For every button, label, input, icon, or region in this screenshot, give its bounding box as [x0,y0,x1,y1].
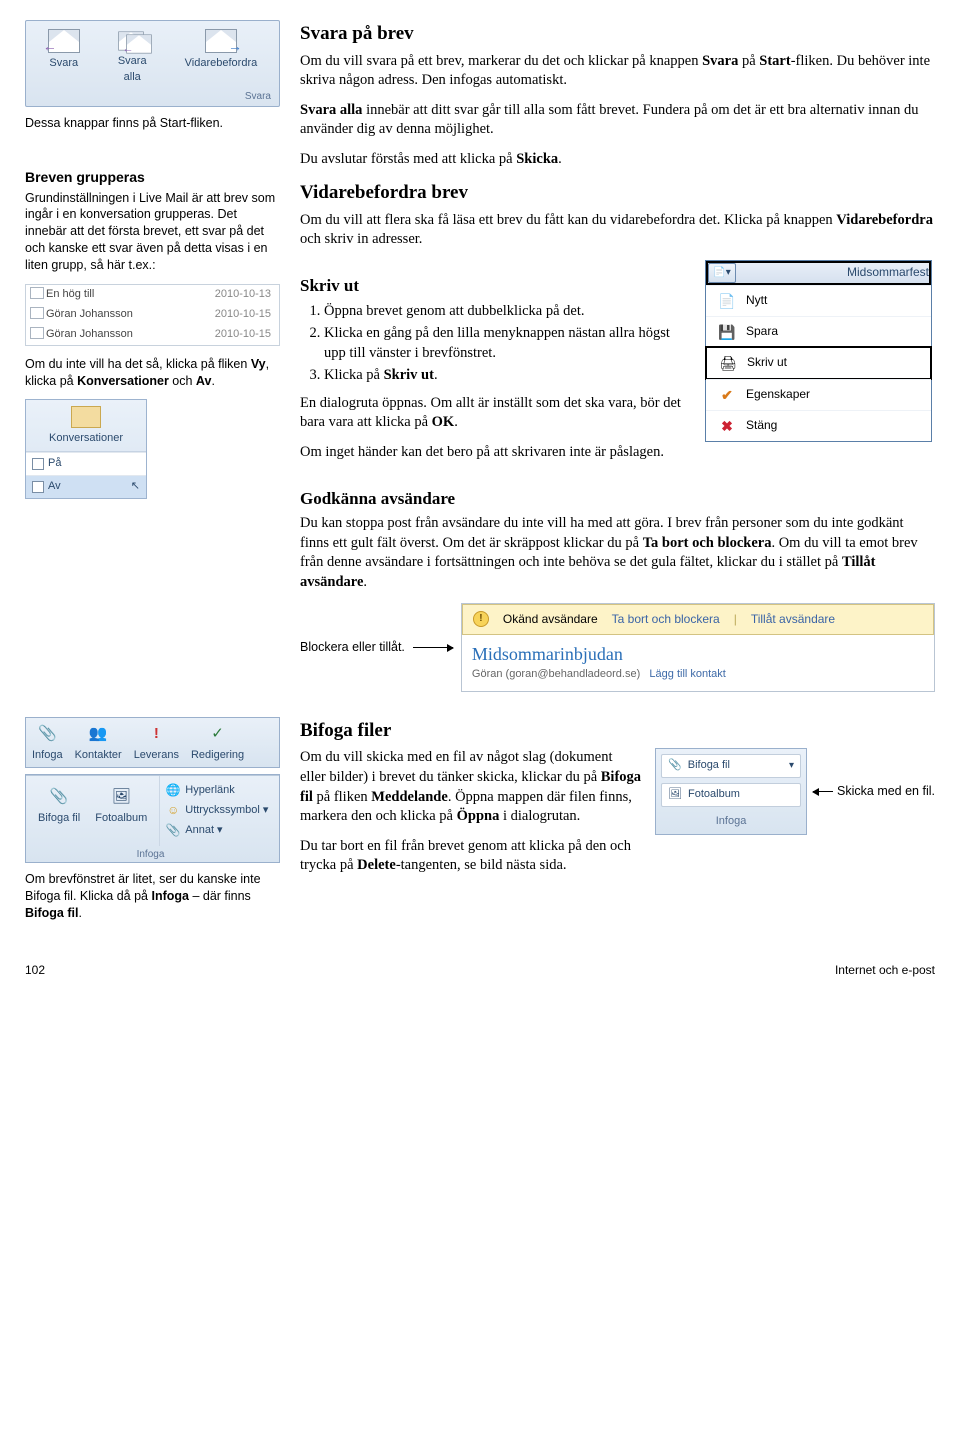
envelope-icon [30,327,44,339]
para-print-2: Om inget händer kan det bero på att skri… [300,443,695,463]
insert-delivery-button[interactable]: ! Leverans [128,718,185,767]
conversations-button[interactable]: Konversationer [26,400,146,452]
insert-group-label: Infoga [26,846,279,863]
emoji-button[interactable]: ☺Uttryckssymbol ▾ [166,801,268,821]
heading-reply: Svara på brev [300,20,935,48]
page-icon: 📄 [718,292,736,310]
para-reply-1: Om du vill svara på ett brev, markerar d… [300,52,935,91]
envelope-icon [71,406,101,428]
heading-attach: Bifoga filer [300,717,935,745]
unknown-sender-text: Okänd avsändare [503,611,598,628]
para-attach-1: Om du vill skicka med en fil av något sl… [300,748,641,826]
list-item[interactable]: Göran Johansson 2010-10-15 [26,325,279,345]
insert-editing-button[interactable]: ✓ Redigering [185,718,250,767]
message-from-line: Göran (goran@behandladeord.se) Lägg till… [472,667,924,683]
list-item[interactable]: Göran Johansson 2010-10-15 [26,305,279,325]
menu-item-close[interactable]: ✖ Stäng [706,410,931,441]
save-icon: 💾 [718,323,736,341]
page-number: 102 [25,962,45,979]
file-menu-panel: 📄▾ Midsommarfest 📄 Nytt 💾 Spara 🖨 [705,260,932,442]
menu-item-properties[interactable]: ✔ Egenskaper [706,379,931,410]
footer-title: Internet och e-post [835,962,935,979]
forward-button[interactable]: → Vidarebefordra [182,27,261,88]
allow-sender-link[interactable]: Tillåt avsändare [751,611,835,628]
envelope-forward-icon: → [205,29,237,53]
para-reply-2: Svara alla innebär att ditt svar går til… [300,101,935,140]
close-icon: ✖ [718,417,736,435]
spellcheck-icon: ✓ [207,723,229,745]
conversations-on[interactable]: På [26,452,146,475]
check-icon: ✔ [718,386,736,404]
reply-all-button[interactable]: ← Svara alla [112,27,152,88]
other-button[interactable]: 📎Annat ▾ [166,821,268,841]
hyperlink-button[interactable]: 🌐Hyperlänk [166,781,268,801]
envelope-icon [30,307,44,319]
paperclip-icon: 📎 [48,786,70,808]
menu-item-print[interactable]: 🖨 Skriv ut [705,346,932,380]
para-attach-2: Du tar bort en fil från brevet genom att… [300,837,641,876]
heading-approve: Godkänna avsändare [300,487,935,512]
unknown-sender-bar: ! Okänd avsändare Ta bort och blockera |… [462,604,934,635]
photos-icon: 🖼 [110,786,132,808]
menu-item-new[interactable]: 📄 Nytt [706,285,931,316]
message-panel: ! Okänd avsändare Ta bort och blockera |… [461,603,935,692]
clip-icon: 📎 [166,824,180,838]
smiley-icon: ☺ [166,804,180,818]
group-text-2: Om du inte vill ha det så, klicka på fli… [25,356,280,390]
para-approve: Du kan stoppa post från avsändare du int… [300,514,935,592]
list-item[interactable]: En hög till 2010-10-13 [26,285,279,305]
paperclip-icon: 📎 [36,723,58,745]
checkbox-icon [32,481,44,493]
reply-button[interactable]: ← Svara [45,27,83,88]
insert-caption: Om brevfönstret är litet, ser du kanske … [25,871,280,922]
attach-arrow-caption: Skicka med en fil. [837,783,935,800]
photoalbum-button[interactable]: 🖼 Fotoalbum [89,781,153,830]
conversations-off[interactable]: Av ↖ [26,475,146,498]
ribbon-caption: Dessa knappar finns på Start-fliken. [25,115,280,132]
menu-title-bar[interactable]: 📄▾ Midsommarfest [706,261,931,285]
ribbon-group-label: Svara [30,88,275,105]
printer-icon: 🖨 [719,354,737,372]
conversations-dropdown: Konversationer På Av ↖ [25,399,147,499]
heading-print: Skriv ut [300,274,695,299]
paperclip-icon: 📎 [668,758,682,774]
add-contact-link[interactable]: Lägg till kontakt [649,668,725,680]
print-steps: Öppna brevet genom att dubbelklicka på d… [300,302,695,386]
bifoga-group-label: Infoga [656,812,806,834]
block-caption: Blockera eller tillåt. [300,638,405,656]
insert-attach-button[interactable]: 📎 Infoga [26,718,69,767]
attach-file-button[interactable]: 📎 Bifoga fil [32,781,86,830]
message-subject: Midsommarinbjudan [472,641,924,667]
conversation-list: En hög till 2010-10-13 Göran Johansson 2… [25,284,280,346]
photos-icon: 🖼 [668,787,682,803]
para-forward: Om du vill att flera ska få läsa ett bre… [300,211,935,250]
envelope-icon [30,287,44,299]
checkbox-icon [32,458,44,470]
para-print-1: En dialogruta öppnas. Om allt är inställ… [300,394,695,433]
reply-ribbon-panel: ← Svara ← Svara alla → Vidarebefordra Sv… [25,20,280,107]
insert-ribbon-panel: 📎 Infoga 👥 Kontakter ! Leverans ✓ Redige… [25,717,280,768]
heading-forward: Vidarebefordra brev [300,179,935,207]
globe-icon: 🌐 [166,784,180,798]
group-heading: Breven grupperas [25,167,280,187]
attach-file-button[interactable]: 📎 Bifoga fil ▾ [661,754,801,778]
cursor-icon: ↖ [131,479,140,495]
menu-item-save[interactable]: 💾 Spara [706,316,931,347]
group-text: Grundinställningen i Live Mail är att br… [25,190,280,274]
insert-contacts-button[interactable]: 👥 Kontakter [69,718,128,767]
menu-button[interactable]: 📄▾ [708,263,736,283]
warning-icon: ! [473,611,489,627]
insert-expanded-panel: 📎 Bifoga fil 🖼 Fotoalbum 🌐Hyperlänk ☺Utt… [25,774,280,863]
para-reply-3: Du avslutar förstås med att klicka på Sk… [300,150,935,170]
photoalbum-button[interactable]: 🖼 Fotoalbum [661,783,801,807]
contacts-icon: 👥 [87,723,109,745]
remove-block-link[interactable]: Ta bort och blockera [612,611,720,628]
priority-icon: ! [145,723,167,745]
block-caption-row: Blockera eller tillåt. ! Okänd avsändare… [300,603,935,692]
bifoga-panel: 📎 Bifoga fil ▾ 🖼 Fotoalbum Infoga [655,748,807,835]
envelope-icon: ← [48,29,80,53]
page-footer: 102 Internet och e-post [25,962,935,979]
